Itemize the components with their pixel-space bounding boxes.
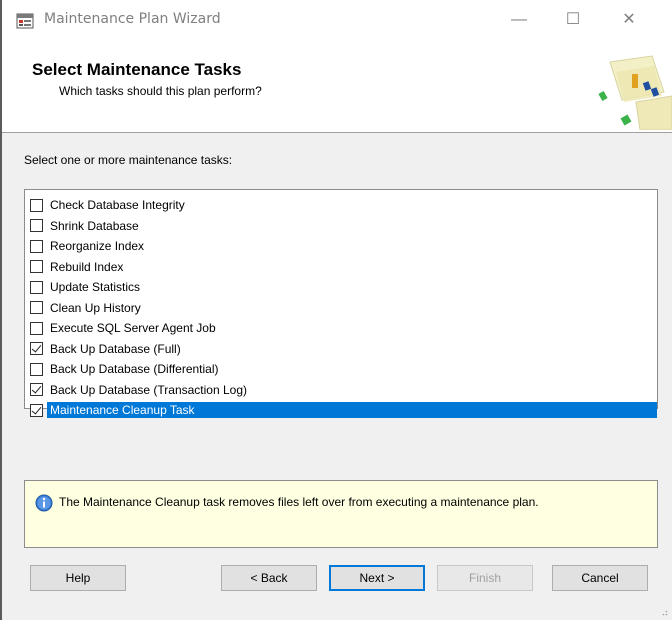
wizard-button-row: Help < Back Next > Finish Cancel [2,553,672,603]
task-item-back-up-differential[interactable]: Back Up Database (Differential) [25,359,657,380]
task-description: The Maintenance Cleanup task removes fil… [59,495,539,509]
task-item-check-database-integrity[interactable]: Check Database Integrity [25,195,657,216]
task-checkbox[interactable] [30,260,43,274]
wizard-header: Select Maintenance Tasks Which tasks sho… [2,40,672,133]
task-list[interactable]: Check Database Integrity Shrink Database… [24,189,658,419]
task-checkbox[interactable] [30,383,43,397]
task-checkbox[interactable] [30,403,43,417]
task-label: Update Statistics [50,280,141,295]
task-label: Reorganize Index [50,239,145,254]
task-checkbox[interactable] [30,342,43,356]
back-button[interactable]: < Back [221,565,317,591]
window-title: Maintenance Plan Wizard [44,11,221,27]
page-subtitle: Which tasks should this plan perform? [59,84,262,98]
minimize-button[interactable]: — [496,0,542,40]
task-item-update-statistics[interactable]: Update Statistics [25,277,657,298]
task-item-rebuild-index[interactable]: Rebuild Index [25,257,657,278]
task-checkbox[interactable] [30,280,43,294]
help-button[interactable]: Help [30,565,126,591]
task-checkbox[interactable] [30,219,43,233]
task-item-reorganize-index[interactable]: Reorganize Index [25,236,657,257]
task-item-clean-up-history[interactable]: Clean Up History [25,298,657,319]
task-label: Check Database Integrity [50,198,185,213]
task-description-box: The Maintenance Cleanup task removes fil… [24,480,658,548]
info-icon [35,494,53,512]
task-label: Rebuild Index [50,259,124,274]
task-item-back-up-transaction-log[interactable]: Back Up Database (Transaction Log) [25,380,657,401]
next-button[interactable]: Next > [329,565,425,591]
task-label: Back Up Database (Full) [50,341,181,356]
task-item-execute-agent-job[interactable]: Execute SQL Server Agent Job [25,318,657,339]
maintenance-plan-icon [16,13,34,29]
task-label: Shrink Database [50,218,139,233]
close-button[interactable]: ✕ [606,0,652,40]
task-item-shrink-database[interactable]: Shrink Database [25,216,657,237]
task-label: Back Up Database (Differential) [50,362,219,377]
task-item-back-up-full[interactable]: Back Up Database (Full) [25,339,657,360]
cancel-button[interactable]: Cancel [552,565,648,591]
title-bar[interactable]: Maintenance Plan Wizard — ☐ ✕ [2,0,672,40]
task-list-prompt: Select one or more maintenance tasks: [24,153,233,167]
task-label: Execute SQL Server Agent Job [50,321,216,336]
task-item-maintenance-cleanup[interactable]: Maintenance Cleanup Task [25,400,657,421]
task-checkbox[interactable] [30,198,43,212]
finish-button: Finish [437,565,533,591]
task-checkbox[interactable] [30,321,43,335]
task-checkbox[interactable] [30,239,43,253]
wizard-body: Select one or more maintenance tasks: Ch… [2,133,672,620]
wizard-graphic-icon [598,55,672,130]
task-label: Clean Up History [50,300,141,315]
resize-grip-icon[interactable] [660,608,668,616]
maximize-button[interactable]: ☐ [550,0,596,40]
task-label: Maintenance Cleanup Task [47,402,657,419]
page-title: Select Maintenance Tasks [32,60,242,79]
task-checkbox[interactable] [30,362,43,376]
task-label: Back Up Database (Transaction Log) [50,382,247,397]
task-checkbox[interactable] [30,301,43,315]
